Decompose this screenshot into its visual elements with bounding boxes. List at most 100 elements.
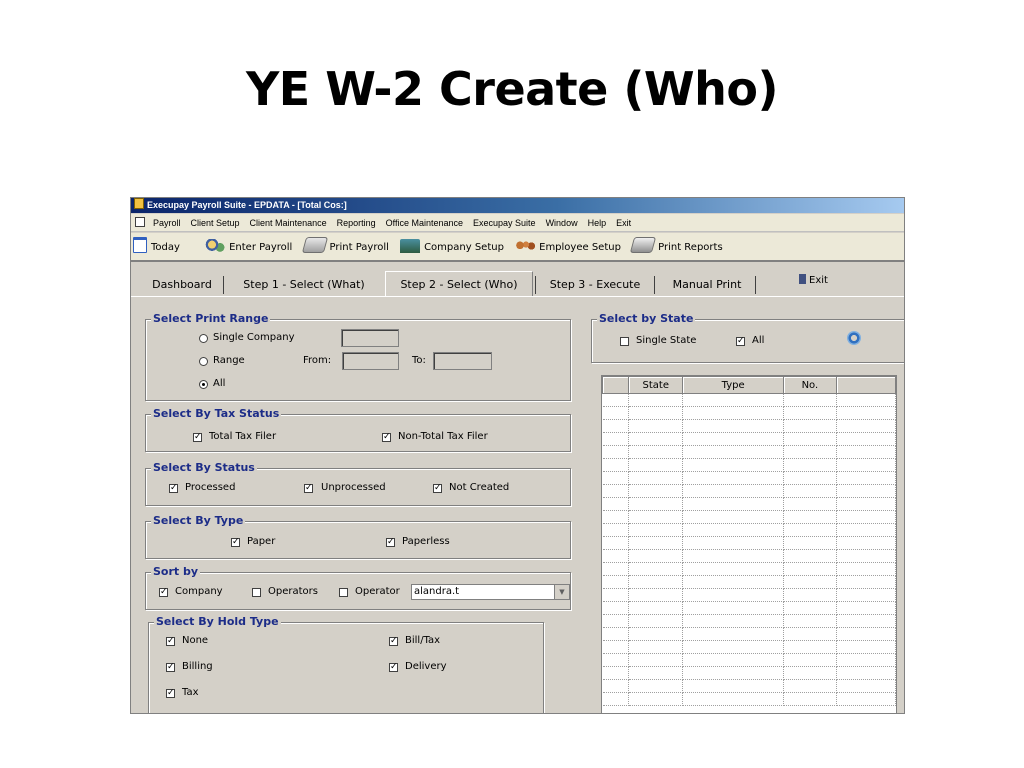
table-cell[interactable] bbox=[602, 471, 630, 485]
table-row[interactable] bbox=[602, 432, 896, 446]
table-cell[interactable] bbox=[836, 497, 896, 511]
table-cell[interactable] bbox=[682, 458, 784, 472]
table-cell[interactable] bbox=[602, 692, 630, 706]
table-cell[interactable] bbox=[682, 666, 784, 680]
sort-operator-checkbox[interactable] bbox=[339, 588, 348, 597]
table-row[interactable] bbox=[602, 471, 896, 485]
table-cell[interactable] bbox=[682, 471, 784, 485]
table-cell[interactable] bbox=[628, 523, 684, 537]
table-row[interactable] bbox=[602, 458, 896, 472]
table-cell[interactable] bbox=[836, 471, 896, 485]
table-cell[interactable] bbox=[682, 419, 784, 433]
table-cell[interactable] bbox=[783, 679, 837, 693]
table-cell[interactable] bbox=[628, 614, 684, 628]
non-total-tax-filer-checkbox[interactable]: ✓ bbox=[382, 433, 391, 442]
table-cell[interactable] bbox=[628, 393, 684, 407]
menu-help[interactable]: Help bbox=[583, 214, 612, 232]
chevron-down-icon[interactable]: ▼ bbox=[554, 585, 569, 599]
table-cell[interactable] bbox=[628, 601, 684, 615]
table-cell[interactable] bbox=[836, 510, 896, 524]
table-cell[interactable] bbox=[628, 549, 684, 563]
table-cell[interactable] bbox=[628, 406, 684, 420]
hold-none-checkbox[interactable]: ✓ bbox=[166, 637, 175, 646]
menu-window[interactable]: Window bbox=[541, 214, 583, 232]
table-cell[interactable] bbox=[602, 549, 630, 563]
table-cell[interactable] bbox=[836, 653, 896, 667]
table-cell[interactable] bbox=[602, 458, 630, 472]
sort-company-checkbox[interactable]: ✓ bbox=[159, 588, 168, 597]
column-header-type[interactable]: Type bbox=[682, 376, 784, 394]
table-cell[interactable] bbox=[628, 432, 684, 446]
paper-checkbox[interactable]: ✓ bbox=[231, 538, 240, 547]
enter-payroll-button[interactable]: Enter Payroll bbox=[205, 233, 292, 262]
range-radio[interactable] bbox=[199, 357, 208, 366]
table-cell[interactable] bbox=[682, 640, 784, 654]
refresh-icon[interactable] bbox=[847, 331, 861, 345]
menu-office-maintenance[interactable]: Office Maintenance bbox=[381, 214, 468, 232]
table-row[interactable] bbox=[602, 484, 896, 498]
table-cell[interactable] bbox=[783, 562, 837, 576]
table-cell[interactable] bbox=[602, 393, 630, 407]
table-cell[interactable] bbox=[602, 653, 630, 667]
table-cell[interactable] bbox=[602, 562, 630, 576]
system-menu-icon[interactable] bbox=[135, 217, 145, 227]
table-cell[interactable] bbox=[783, 458, 837, 472]
operator-select[interactable]: alandra.t ▼ bbox=[411, 584, 570, 600]
table-cell[interactable] bbox=[602, 419, 630, 433]
table-cell[interactable] bbox=[682, 588, 784, 602]
range-to-field[interactable] bbox=[433, 352, 492, 370]
table-cell[interactable] bbox=[602, 640, 630, 654]
hold-billing-checkbox[interactable]: ✓ bbox=[166, 663, 175, 672]
table-cell[interactable] bbox=[682, 445, 784, 459]
table-cell[interactable] bbox=[783, 445, 837, 459]
single-state-checkbox[interactable] bbox=[620, 337, 629, 346]
table-cell[interactable] bbox=[783, 536, 837, 550]
tab-step1[interactable]: Step 1 - Select (What) bbox=[231, 274, 377, 296]
table-cell[interactable] bbox=[628, 497, 684, 511]
tab-step2[interactable]: Step 2 - Select (Who) bbox=[385, 271, 533, 297]
table-cell[interactable] bbox=[602, 614, 630, 628]
table-cell[interactable] bbox=[836, 445, 896, 459]
table-cell[interactable] bbox=[783, 627, 837, 641]
table-cell[interactable] bbox=[783, 432, 837, 446]
table-cell[interactable] bbox=[628, 679, 684, 693]
table-cell[interactable] bbox=[836, 523, 896, 537]
table-cell[interactable] bbox=[682, 497, 784, 511]
exit-button[interactable]: Exit bbox=[799, 274, 828, 286]
table-cell[interactable] bbox=[628, 653, 684, 667]
table-row[interactable] bbox=[602, 562, 896, 576]
tab-step3[interactable]: Step 3 - Execute bbox=[541, 274, 649, 296]
table-row[interactable] bbox=[602, 406, 896, 420]
hold-delivery-checkbox[interactable]: ✓ bbox=[389, 663, 398, 672]
table-cell[interactable] bbox=[682, 549, 784, 563]
table-cell[interactable] bbox=[682, 653, 784, 667]
table-cell[interactable] bbox=[602, 432, 630, 446]
table-cell[interactable] bbox=[682, 614, 784, 628]
table-cell[interactable] bbox=[836, 666, 896, 680]
table-cell[interactable] bbox=[836, 549, 896, 563]
paperless-checkbox[interactable]: ✓ bbox=[386, 538, 395, 547]
table-cell[interactable] bbox=[783, 393, 837, 407]
table-cell[interactable] bbox=[836, 562, 896, 576]
table-cell[interactable] bbox=[783, 484, 837, 498]
unprocessed-checkbox[interactable]: ✓ bbox=[304, 484, 313, 493]
table-row[interactable] bbox=[602, 666, 896, 680]
table-cell[interactable] bbox=[682, 484, 784, 498]
table-cell[interactable] bbox=[682, 601, 784, 615]
table-cell[interactable] bbox=[628, 692, 684, 706]
table-cell[interactable] bbox=[628, 445, 684, 459]
table-cell[interactable] bbox=[628, 510, 684, 524]
table-cell[interactable] bbox=[628, 575, 684, 589]
print-reports-button[interactable]: Print Reports bbox=[629, 233, 723, 262]
menu-client-setup[interactable]: Client Setup bbox=[186, 214, 245, 232]
table-cell[interactable] bbox=[783, 601, 837, 615]
table-row[interactable] bbox=[602, 445, 896, 459]
table-row[interactable] bbox=[602, 692, 896, 706]
table-cell[interactable] bbox=[628, 666, 684, 680]
table-row[interactable] bbox=[602, 497, 896, 511]
table-row[interactable] bbox=[602, 419, 896, 433]
table-cell[interactable] bbox=[783, 692, 837, 706]
table-cell[interactable] bbox=[836, 432, 896, 446]
table-cell[interactable] bbox=[682, 523, 784, 537]
menu-exit[interactable]: Exit bbox=[611, 214, 636, 232]
